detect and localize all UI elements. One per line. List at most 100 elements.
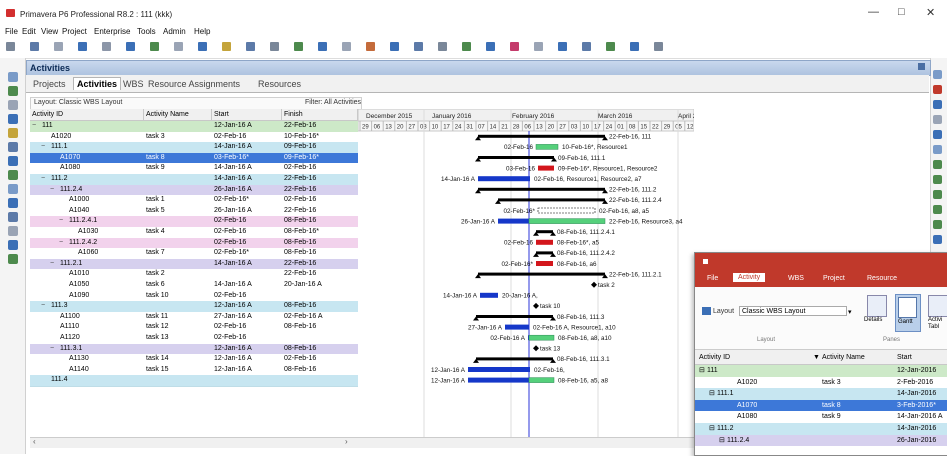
col-finish[interactable]: Finish bbox=[282, 109, 358, 121]
ribbon-tab-activity[interactable]: Activity bbox=[733, 273, 766, 282]
toolbar-button-icon[interactable] bbox=[102, 42, 111, 51]
expand-toggle-icon[interactable]: − bbox=[41, 174, 45, 185]
wbs-row[interactable]: 111.4 bbox=[30, 375, 358, 387]
toolbar-button-icon[interactable] bbox=[294, 42, 303, 51]
ribbon-col-start[interactable]: Start bbox=[897, 354, 912, 361]
ribbon-tab-file[interactable]: File bbox=[707, 275, 718, 282]
right-nav-icon[interactable] bbox=[933, 160, 942, 169]
toolbar-button-icon[interactable] bbox=[486, 42, 495, 51]
toolbar-button-icon[interactable] bbox=[654, 42, 663, 51]
right-nav-icon[interactable] bbox=[933, 145, 942, 154]
toolbar-button-icon[interactable] bbox=[6, 42, 15, 51]
toolbar-button-icon[interactable] bbox=[342, 42, 351, 51]
toolbar-button-icon[interactable] bbox=[510, 42, 519, 51]
toolbar-button-icon[interactable] bbox=[558, 42, 567, 51]
ribbon-tab-project[interactable]: Project bbox=[823, 275, 845, 282]
tab-resource-assignments[interactable]: Resource Assignments bbox=[145, 78, 243, 90]
right-nav-icon[interactable] bbox=[933, 220, 942, 229]
toolbar-button-icon[interactable] bbox=[54, 42, 63, 51]
right-nav-icon[interactable] bbox=[933, 235, 942, 244]
side-nav-icon[interactable] bbox=[8, 212, 18, 222]
menu-project[interactable]: Project bbox=[62, 27, 87, 36]
toolbar-button-icon[interactable] bbox=[462, 42, 471, 51]
menu-edit[interactable]: Edit bbox=[22, 27, 36, 36]
horizontal-scrollbar[interactable] bbox=[30, 437, 694, 448]
menu-enterprise[interactable]: Enterprise bbox=[94, 27, 130, 36]
col-activity-id[interactable]: Activity ID bbox=[30, 109, 144, 121]
layout-dropdown[interactable]: Classic WBS Layout bbox=[739, 306, 847, 316]
menu-tools[interactable]: Tools bbox=[137, 27, 156, 36]
toolbar-button-icon[interactable] bbox=[582, 42, 591, 51]
side-nav-icon[interactable] bbox=[8, 226, 18, 236]
right-nav-icon[interactable] bbox=[933, 130, 942, 139]
minimize-button[interactable]: — bbox=[868, 6, 879, 18]
menu-help[interactable]: Help bbox=[194, 27, 210, 36]
scroll-right-icon[interactable]: › bbox=[345, 437, 348, 446]
right-nav-icon[interactable] bbox=[933, 190, 942, 199]
toolbar-button-icon[interactable] bbox=[438, 42, 447, 51]
filter-label[interactable]: Filter: All Activities bbox=[305, 99, 361, 106]
expand-toggle-icon[interactable]: − bbox=[32, 121, 36, 132]
ribbon-table-row[interactable]: ⊟ 111.2.4 26-Jan-2016 bbox=[695, 434, 947, 447]
expand-toggle-icon[interactable]: − bbox=[50, 185, 54, 196]
expand-toggle-icon[interactable]: − bbox=[59, 216, 63, 227]
activity-table-icon[interactable] bbox=[928, 295, 947, 317]
toolbar-button-icon[interactable] bbox=[174, 42, 183, 51]
panel-close-icon[interactable] bbox=[918, 63, 925, 70]
toolbar-button-icon[interactable] bbox=[534, 42, 543, 51]
expand-toggle-icon[interactable]: − bbox=[50, 259, 54, 270]
ribbon-col-activity-name[interactable]: Activity Name bbox=[822, 354, 865, 361]
ribbon-table-row[interactable]: ⊟ 111.1 14-Jan-2016 bbox=[695, 388, 947, 400]
right-nav-icon[interactable] bbox=[933, 175, 942, 184]
col-start[interactable]: Start bbox=[212, 109, 282, 121]
toolbar-button-icon[interactable] bbox=[246, 42, 255, 51]
toolbar-button-icon[interactable] bbox=[78, 42, 87, 51]
right-nav-icon[interactable] bbox=[933, 85, 942, 94]
side-nav-icon[interactable] bbox=[8, 170, 18, 180]
ribbon-col-sort-icon[interactable]: ▼ bbox=[813, 354, 820, 361]
menu-admin[interactable]: Admin bbox=[163, 27, 186, 36]
tab-activities[interactable]: Activities bbox=[73, 77, 122, 90]
side-nav-icon[interactable] bbox=[8, 72, 18, 82]
toolbar-button-icon[interactable] bbox=[630, 42, 639, 51]
side-nav-icon[interactable] bbox=[8, 100, 18, 110]
right-nav-icon[interactable] bbox=[933, 205, 942, 214]
details-icon[interactable] bbox=[867, 295, 887, 317]
layout-dropdown-chevron-icon[interactable]: ▾ bbox=[848, 308, 852, 316]
toolbar-button-icon[interactable] bbox=[390, 42, 399, 51]
maximize-button[interactable]: □ bbox=[898, 6, 905, 18]
right-nav-icon[interactable] bbox=[933, 100, 942, 109]
right-nav-icon[interactable] bbox=[933, 70, 942, 79]
side-nav-icon[interactable] bbox=[8, 128, 18, 138]
side-nav-icon[interactable] bbox=[8, 240, 18, 250]
toolbar-button-icon[interactable] bbox=[270, 42, 279, 51]
side-nav-icon[interactable] bbox=[8, 86, 18, 96]
ribbon-table-row[interactable]: ⊟ 111.2 14-Jan-2016 bbox=[695, 423, 947, 435]
toolbar-button-icon[interactable] bbox=[222, 42, 231, 51]
col-activity-name[interactable]: Activity Name bbox=[144, 109, 212, 121]
expand-toggle-icon[interactable]: − bbox=[41, 301, 45, 312]
tab-projects[interactable]: Projects bbox=[30, 78, 69, 90]
toolbar-button-icon[interactable] bbox=[366, 42, 375, 51]
side-nav-icon[interactable] bbox=[8, 254, 18, 264]
side-nav-icon[interactable] bbox=[8, 184, 18, 194]
menu-file[interactable]: File bbox=[5, 27, 18, 36]
toolbar-button-icon[interactable] bbox=[30, 42, 39, 51]
expand-toggle-icon[interactable]: − bbox=[41, 142, 45, 153]
tab-wbs[interactable]: WBS bbox=[120, 78, 147, 90]
menu-view[interactable]: View bbox=[41, 27, 58, 36]
side-nav-icon[interactable] bbox=[8, 198, 18, 208]
toolbar-button-icon[interactable] bbox=[150, 42, 159, 51]
close-button[interactable]: ✕ bbox=[926, 6, 935, 19]
toolbar-button-icon[interactable] bbox=[318, 42, 327, 51]
toolbar-button-icon[interactable] bbox=[198, 42, 207, 51]
ribbon-table-row[interactable]: A1020 task 3 2-Feb-2016 bbox=[695, 376, 947, 389]
ribbon-col-activity-id[interactable]: Activity ID bbox=[699, 354, 730, 361]
ribbon-table-row[interactable]: A1080 task 9 14-Jan-2016 A bbox=[695, 411, 947, 423]
side-nav-icon[interactable] bbox=[8, 142, 18, 152]
tab-resources[interactable]: Resources bbox=[255, 78, 304, 90]
ribbon-tab-wbs[interactable]: WBS bbox=[788, 275, 804, 282]
expand-toggle-icon[interactable]: − bbox=[50, 344, 54, 355]
toolbar-button-icon[interactable] bbox=[414, 42, 423, 51]
right-nav-icon[interactable] bbox=[933, 115, 942, 124]
